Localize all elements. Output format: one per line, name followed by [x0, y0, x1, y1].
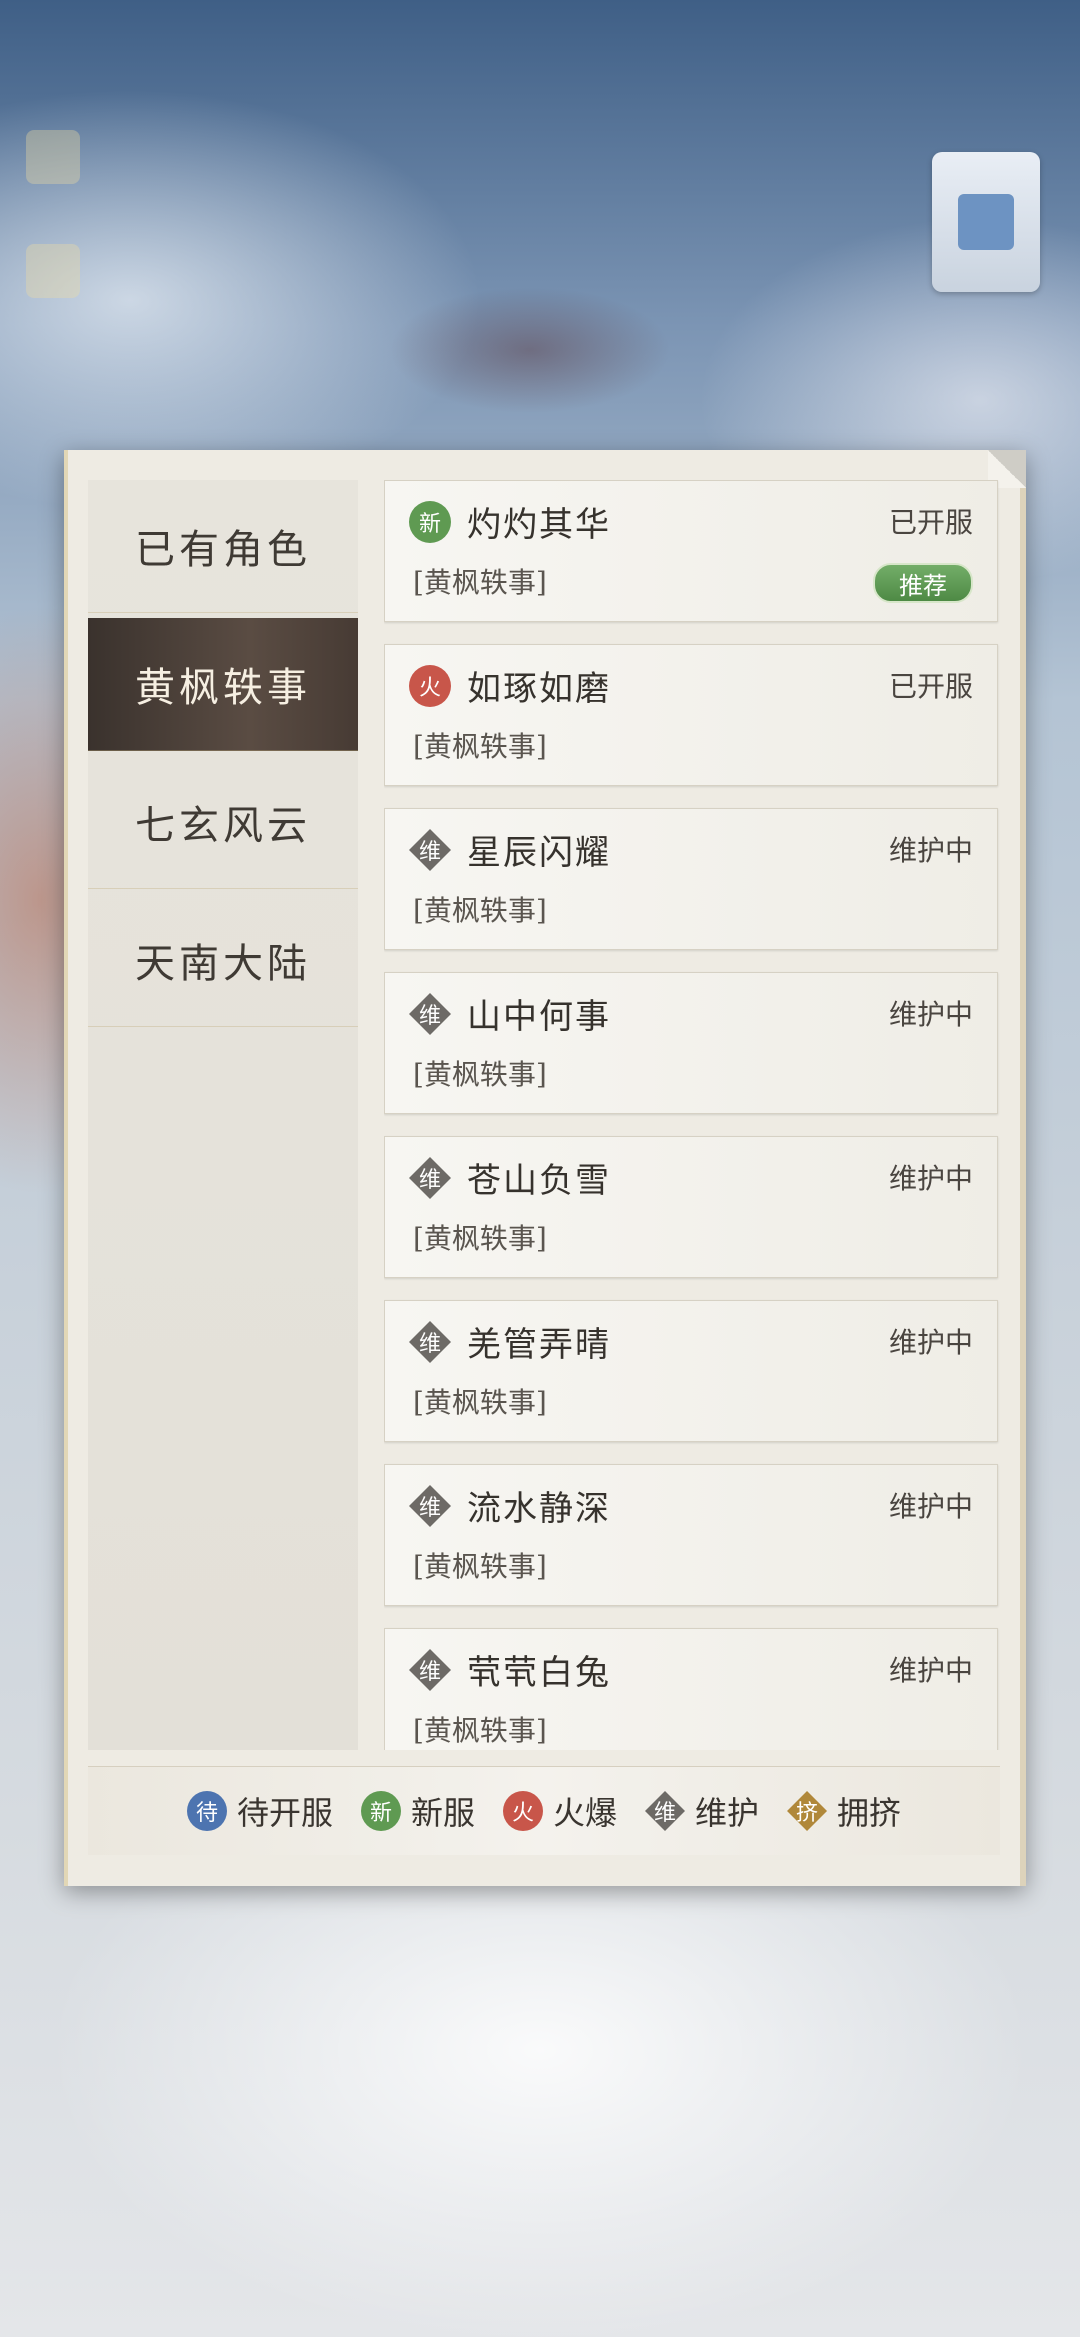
- server-item[interactable]: 新 灼灼其华 已开服 [黄枫轶事] 推荐: [384, 480, 998, 622]
- legend-hot: 火 火爆: [502, 1788, 617, 1834]
- hot-badge-icon: 火: [502, 1791, 543, 1831]
- server-item[interactable]: 维 山中何事 维护中 [黄枫轶事]: [384, 972, 998, 1114]
- maintenance-badge-icon: 维: [645, 1791, 685, 1831]
- legend-label: 维护: [695, 1794, 760, 1832]
- new-badge-icon: 新: [360, 1791, 401, 1831]
- server-name: 灼灼其华: [467, 505, 611, 545]
- new-server-badge-icon: 新: [409, 501, 451, 543]
- server-name: 山中何事: [467, 997, 611, 1037]
- status-legend: 待 待开服 新 新服 火 火爆 维 维护 挤 拥挤: [88, 1766, 1000, 1855]
- server-region: [黄枫轶事]: [413, 1550, 547, 1583]
- server-list: 新 灼灼其华 已开服 [黄枫轶事] 推荐 火 如琢如磨 已开服 [黄枫轶事] 维…: [384, 480, 1004, 1750]
- server-status: 维护中: [888, 1162, 973, 1195]
- server-status: 维护中: [888, 834, 973, 867]
- server-status: 已开服: [888, 670, 973, 703]
- qr-code-icon: [958, 194, 1014, 250]
- tab-tiannan[interactable]: 天南大陆: [88, 894, 358, 1027]
- legend-maintenance: 维 维护: [645, 1788, 759, 1834]
- maintenance-badge-icon: 维: [409, 993, 451, 1035]
- server-region: [黄枫轶事]: [413, 1386, 547, 1419]
- server-region: [黄枫轶事]: [413, 1222, 547, 1255]
- server-region: [黄枫轶事]: [413, 566, 547, 599]
- maintenance-badge-icon: 维: [409, 829, 451, 871]
- background-side-icons: [26, 130, 96, 358]
- hot-server-badge-icon: 火: [409, 665, 451, 707]
- server-status: 维护中: [888, 1326, 973, 1359]
- legend-crowded: 挤 拥挤: [787, 1788, 901, 1834]
- server-status: 维护中: [888, 1490, 973, 1523]
- server-region: [黄枫轶事]: [413, 1058, 547, 1091]
- legend-label: 待开服: [236, 1794, 333, 1832]
- tab-huangfeng[interactable]: 黄枫轶事: [88, 618, 358, 751]
- server-name: 苍山负雪: [467, 1161, 611, 1201]
- maintenance-badge-icon: 维: [409, 1649, 451, 1691]
- server-region: [黄枫轶事]: [413, 730, 547, 763]
- maintenance-badge-icon: 维: [409, 1157, 451, 1199]
- server-select-panel: 已有角色 黄枫轶事 七玄风云 天南大陆 新 灼灼其华 已开服 [黄枫轶事] 推荐…: [64, 450, 1026, 1886]
- legend-label: 火爆: [552, 1794, 617, 1832]
- server-name: 羌管弄晴: [467, 1325, 611, 1365]
- maintenance-badge-icon: 维: [409, 1321, 451, 1363]
- server-name: 如琢如磨: [467, 669, 611, 709]
- crowded-badge-icon: 挤: [787, 1791, 828, 1831]
- legend-label: 拥挤: [837, 1794, 902, 1832]
- pending-badge-icon: 待: [186, 1791, 227, 1831]
- server-status: 已开服: [888, 506, 973, 539]
- server-item[interactable]: 维 星辰闪耀 维护中 [黄枫轶事]: [384, 808, 998, 950]
- server-item[interactable]: 维 茕茕白兔 维护中 [黄枫轶事]: [384, 1628, 998, 1750]
- server-region: [黄枫轶事]: [413, 1714, 547, 1747]
- server-name: 茕茕白兔: [467, 1653, 611, 1693]
- legend-pending: 待 待开服: [186, 1788, 333, 1834]
- server-item[interactable]: 维 苍山负雪 维护中 [黄枫轶事]: [384, 1136, 998, 1278]
- server-region: [黄枫轶事]: [413, 894, 547, 927]
- server-status: 维护中: [888, 998, 973, 1031]
- server-item[interactable]: 火 如琢如磨 已开服 [黄枫轶事]: [384, 644, 998, 786]
- server-item[interactable]: 维 流水静深 维护中 [黄枫轶事]: [384, 1464, 998, 1606]
- background-logo-calligraphy: [360, 250, 780, 450]
- tab-existing-roles[interactable]: 已有角色: [88, 480, 358, 613]
- background-icon: [26, 130, 80, 184]
- server-name: 星辰闪耀: [467, 833, 611, 873]
- region-tab-sidebar: 已有角色 黄枫轶事 七玄风云 天南大陆: [88, 480, 358, 1750]
- server-name: 流水静深: [467, 1489, 611, 1529]
- maintenance-badge-icon: 维: [409, 1485, 451, 1527]
- recommend-tag: 推荐: [873, 563, 973, 603]
- legend-label: 新服: [410, 1794, 475, 1832]
- qr-code-button[interactable]: [932, 152, 1040, 292]
- server-status: 维护中: [888, 1654, 973, 1687]
- server-item[interactable]: 维 羌管弄晴 维护中 [黄枫轶事]: [384, 1300, 998, 1442]
- legend-new: 新 新服: [360, 1788, 475, 1834]
- background-icon: [26, 244, 80, 298]
- tab-qixuan[interactable]: 七玄风云: [88, 756, 358, 889]
